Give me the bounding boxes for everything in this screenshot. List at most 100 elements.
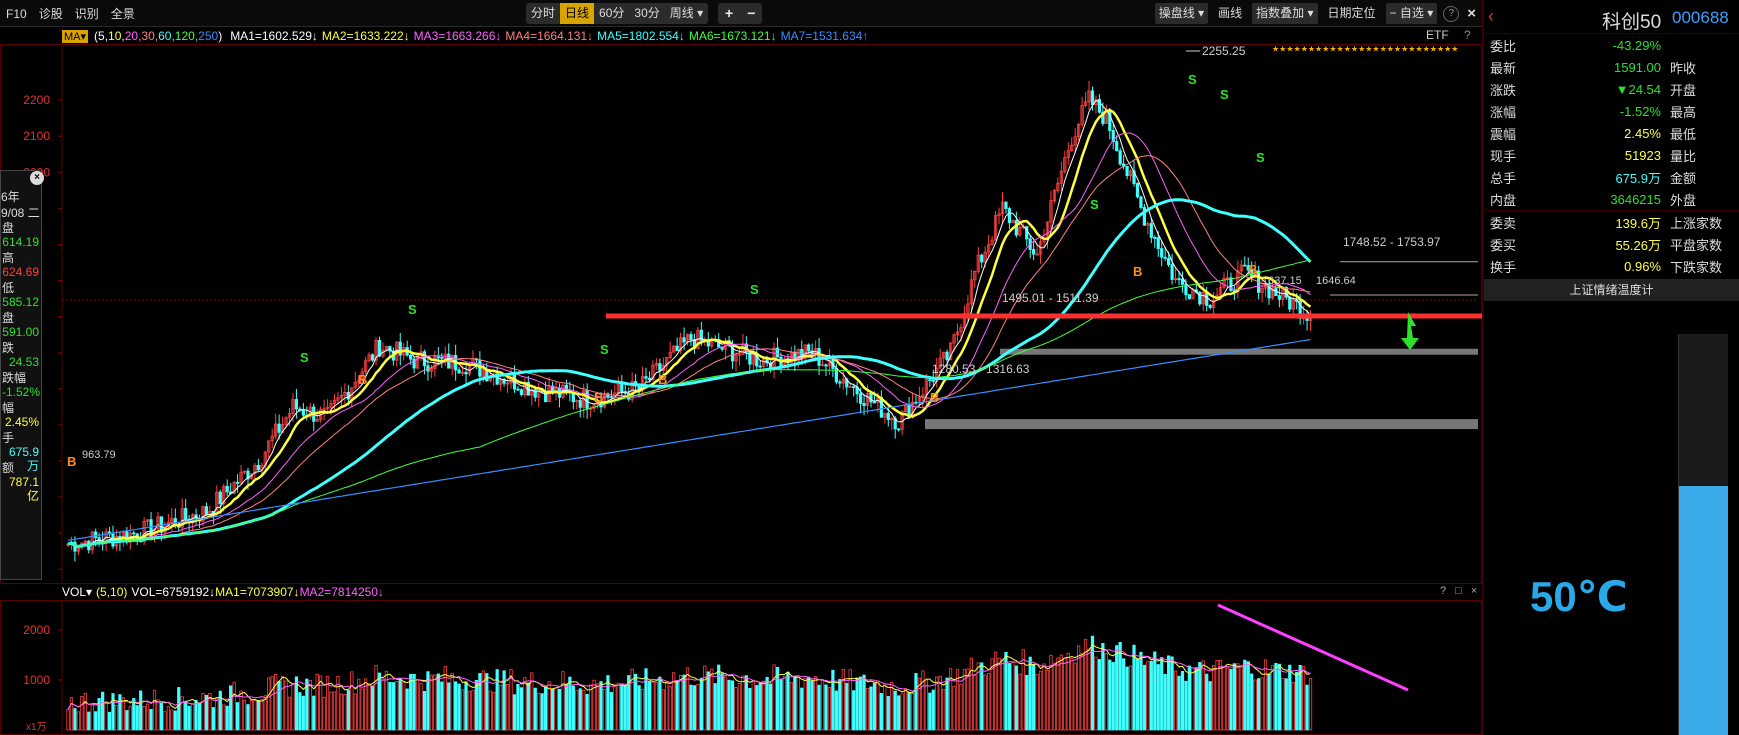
diagnose-button[interactable]: 诊股 — [33, 5, 69, 22]
zoom-out-button[interactable]: − — [740, 3, 762, 24]
volume-bar — [737, 683, 742, 731]
identify-button[interactable]: 识别 — [69, 5, 105, 22]
buy-signal: B — [67, 454, 76, 469]
volume-bar — [595, 683, 600, 731]
volume-bar — [319, 675, 323, 731]
volume-bar — [69, 697, 74, 731]
info-close-icon[interactable]: × — [30, 171, 44, 185]
candle-body — [862, 402, 866, 406]
index-overlay-dropdown[interactable]: 指数叠加 ▾ — [1252, 3, 1318, 24]
volume-bar — [800, 687, 804, 731]
volume-bar — [1187, 665, 1192, 731]
volume-bar — [564, 684, 569, 731]
zoom-in-button[interactable]: + — [718, 3, 740, 24]
volume-controls[interactable]: ? □ × — [1440, 585, 1480, 597]
ma250-line — [67, 338, 1311, 541]
volume-chart[interactable]: 2000 1000 x1万 — [0, 600, 1482, 735]
trading-line-dropdown[interactable]: 操盘线 ▾ — [1154, 3, 1209, 24]
price-annotation: 1280.53 - 1316.63 — [932, 362, 1030, 376]
etf-label[interactable]: ETF — [1426, 28, 1449, 42]
period-weekly-dropdown[interactable]: 周线 ▾ — [665, 3, 708, 24]
volume-bar — [723, 676, 728, 731]
volume-bar — [166, 706, 170, 731]
volume-bar — [1063, 657, 1067, 731]
quote-value: 139.6万 — [1615, 215, 1661, 231]
volume-bar — [796, 677, 800, 731]
draw-line-button[interactable]: 画线 — [1214, 3, 1246, 24]
volume-bar — [184, 701, 188, 731]
panorama-button[interactable]: 全景 — [105, 5, 141, 22]
candle-body — [1160, 248, 1164, 258]
watchlist-dropdown[interactable]: − 自选 ▾ — [1385, 3, 1438, 24]
ma-params: 10,20,30,60,120,250 — [108, 29, 218, 43]
volume-bar — [211, 707, 215, 731]
volume-bar — [1153, 651, 1157, 731]
period-daily[interactable]: 日线 — [560, 3, 595, 24]
close-icon[interactable]: × — [1465, 3, 1478, 24]
volume-bar — [1250, 673, 1254, 731]
ma-param-3: 60, — [158, 29, 175, 43]
volume-bar — [685, 667, 690, 731]
chart-help-icon[interactable]: ? — [1464, 28, 1471, 42]
volume-bar — [107, 711, 112, 731]
volume-bar — [1173, 670, 1178, 731]
volume-bar — [1229, 668, 1233, 731]
volume-bar — [1270, 665, 1275, 731]
candle-body — [1153, 237, 1157, 239]
volume-bar — [679, 674, 683, 731]
period-30min[interactable]: 30分 — [629, 3, 664, 24]
volume-bar — [831, 669, 835, 731]
top-toolbar: F10 诊股 识别 全景 分时 日线 60分 30分 周线 ▾ + − 操盘线 … — [0, 0, 1482, 27]
candlestick-chart[interactable]: 22002100200000000000000002255.25963.7917… — [0, 44, 1482, 584]
volume-bar — [156, 699, 160, 731]
quote-value: 0.96% — [1624, 258, 1661, 274]
volume-bar — [118, 694, 122, 731]
vol-dropdown[interactable]: VOL▾ — [62, 585, 92, 599]
sell-signal: S — [408, 302, 417, 317]
volume-bar — [128, 705, 132, 731]
help-icon[interactable]: ? — [1443, 5, 1460, 22]
date-locate-button[interactable]: 日期定位 — [1324, 3, 1380, 24]
volume-bar — [938, 675, 942, 731]
volume-bar — [827, 686, 832, 731]
sentiment-thermometer-button[interactable]: 上证情绪温度计 — [1484, 279, 1739, 301]
f10-button[interactable]: F10 — [0, 7, 33, 21]
volume-bar — [66, 708, 70, 731]
volume-bar — [1263, 659, 1268, 731]
sell-signal: S — [750, 282, 759, 297]
ma60-line — [67, 198, 1312, 548]
quote-row: 委买 55.26万 平盘家数 — [1484, 233, 1739, 255]
info-row-label: 盘 — [2, 221, 15, 235]
security-code: 000688 — [1672, 8, 1729, 27]
volume-bar — [301, 695, 305, 731]
volume-bar — [869, 686, 873, 731]
crosshair-info-panel: 6年 9/08 二 盘 614.19 高 624.69 低 585.12 盘 591.00 跌 2… — [0, 170, 42, 580]
volume-bar — [578, 688, 582, 731]
volume-bar — [246, 704, 250, 731]
price-annotation: 1748.52 - 1753.97 — [1343, 235, 1441, 249]
volume-bar — [696, 684, 700, 731]
volume-bar — [589, 684, 593, 731]
volume-bar — [1298, 664, 1302, 731]
period-60min[interactable]: 60分 — [594, 3, 629, 24]
ma-dropdown[interactable]: MA▾ — [62, 29, 89, 43]
volume-bar — [710, 668, 714, 731]
volume-bar — [1191, 667, 1195, 731]
volume-bar — [505, 684, 510, 731]
y-tick-label: 2200 — [23, 93, 50, 107]
back-arrow-icon[interactable]: ‹ — [1488, 6, 1494, 27]
volume-bar — [412, 673, 416, 731]
info-row: 盘 614.19 — [1, 221, 41, 251]
volume-bar — [177, 687, 181, 731]
volume-bar — [284, 680, 288, 731]
volume-bar — [419, 683, 423, 731]
candle-body — [564, 384, 569, 391]
volume-trendline — [1217, 603, 1409, 692]
volume-bar — [1205, 673, 1209, 731]
info-row: 幅 2.45% — [1, 401, 41, 431]
period-timeshare[interactable]: 分时 — [526, 3, 560, 24]
candle-body — [858, 393, 863, 404]
volume-bar — [274, 674, 278, 731]
volume-bar — [474, 679, 479, 731]
quote-header: ‹ 科创50 000688 — [1484, 0, 1739, 34]
